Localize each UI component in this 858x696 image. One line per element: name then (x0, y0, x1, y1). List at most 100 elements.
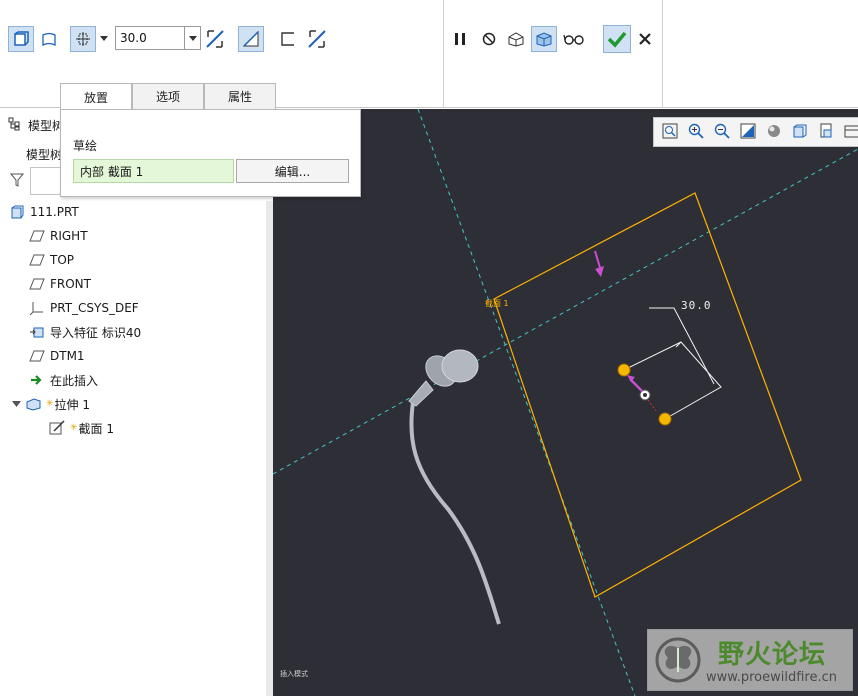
tab-properties[interactable]: 属性 (204, 83, 276, 109)
datum-plane-edge (273, 148, 858, 475)
tree-scrollbar[interactable] (266, 201, 273, 696)
flip-direction-icon (204, 28, 226, 50)
tree-item-label: FRONT (50, 277, 91, 291)
tree-item-label: PRT_CSYS_DEF (50, 301, 139, 315)
geometry-preview-button[interactable] (503, 26, 529, 52)
flip-direction-icon (306, 28, 328, 50)
model-tree-panel: 模型树 模型树 111.PRT RIGHT TOP FRONT PRT_CSYS… (0, 109, 273, 696)
tree-item-front[interactable]: FRONT (28, 273, 91, 295)
cancel-button[interactable] (632, 26, 658, 52)
tree-item-label: 在此插入 (50, 373, 99, 388)
dashboard-tabs: 放置 选项 属性 (60, 83, 276, 110)
import-feature-icon (28, 324, 46, 340)
thicken-sketch-button[interactable] (275, 26, 301, 52)
new-feature-marker-icon: ✳ (70, 423, 78, 433)
depth-option-dropdown[interactable] (96, 26, 112, 52)
chevron-down-icon (100, 36, 108, 42)
dashboard-toolbar: 放置 选项 属性 (0, 0, 858, 110)
thicken-icon (280, 31, 296, 47)
zoom-out-icon (714, 123, 730, 142)
surface-extrude-button[interactable] (36, 26, 62, 52)
remove-material-button[interactable] (238, 26, 264, 52)
tree-item-label: TOP (50, 253, 75, 267)
repaint-button[interactable] (738, 123, 757, 142)
ok-button[interactable] (603, 25, 631, 53)
depth-option-button[interactable] (70, 26, 96, 52)
verify-mode-button[interactable] (561, 26, 587, 52)
dimension-leader (649, 307, 715, 385)
verify-preview-button[interactable] (531, 26, 557, 52)
refit-icon (662, 123, 678, 142)
solid-extrude-button[interactable] (8, 26, 34, 52)
tree-item-dtm1[interactable]: DTM1 (28, 345, 85, 367)
sketch-collector[interactable]: 内部 截面 1 (73, 159, 234, 183)
no-preview-button[interactable] (476, 26, 502, 52)
zoom-out-button[interactable] (712, 123, 731, 142)
tree-item-extrude[interactable]: ✳ 拉伸 1 (12, 393, 90, 415)
tree-item-import-feature[interactable]: 导入特征 标识40 (28, 321, 141, 343)
tree-item-label: 拉伸 1 (54, 397, 90, 412)
datum-display-button[interactable] (842, 123, 858, 142)
wireframe-preview-icon (506, 31, 526, 47)
edit-sketch-button[interactable]: 编辑... (236, 159, 349, 183)
depth-value-input[interactable] (115, 26, 185, 50)
refit-button[interactable] (660, 123, 679, 142)
remove-material-icon (242, 30, 260, 48)
extrude-icon (24, 396, 42, 412)
datum-plane-edge (417, 109, 636, 696)
saved-orientation-button[interactable] (790, 123, 809, 142)
depth-handle-core (643, 393, 647, 397)
tab-options[interactable]: 选项 (132, 83, 204, 109)
part-icon (8, 204, 26, 220)
cable-shape (409, 401, 501, 625)
tree-item-insert-here[interactable]: 在此插入 (28, 369, 98, 391)
depth-arrow-tail (647, 399, 657, 412)
forum-watermark: 野火论坛 www.proewildfire.cn (647, 629, 853, 691)
zoom-in-button[interactable] (686, 123, 705, 142)
surface-icon (41, 31, 57, 47)
section-label: 截面 1 (485, 299, 509, 308)
datum-plane-icon (28, 228, 46, 244)
blind-depth-icon (75, 31, 91, 47)
expand-toggle-icon[interactable] (12, 400, 24, 408)
tree-item-label: DTM1 (50, 349, 85, 363)
earbud-stem (408, 380, 434, 407)
graphics-window[interactable]: 截面 1 30.0 插入模式 (273, 109, 858, 696)
tree-item-label: 111.PRT (30, 205, 79, 219)
view-manager-icon (818, 123, 834, 142)
chevron-down-icon (188, 31, 197, 45)
tree-item-right[interactable]: RIGHT (28, 225, 88, 247)
tree-item-section[interactable]: ✳ 截面 1 (48, 417, 114, 439)
flip-depth-direction-button[interactable] (202, 26, 228, 52)
depth-dimension-label[interactable]: 30.0 (681, 299, 712, 312)
shaded-sphere-icon (766, 123, 782, 142)
drag-handle (658, 412, 672, 426)
tab-placement[interactable]: 放置 (60, 83, 132, 110)
glasses-icon (563, 32, 585, 46)
flip-thicken-button[interactable] (304, 26, 330, 52)
display-style-button[interactable] (764, 123, 783, 142)
model-tree-icon (8, 117, 22, 134)
view-toolbar (653, 117, 858, 147)
close-icon (639, 33, 651, 45)
view-manager-button[interactable] (816, 123, 835, 142)
toolbar-separator (443, 0, 444, 108)
drag-handle (617, 363, 631, 377)
model-tree-title: 模型树 (28, 119, 65, 133)
tree-item-label: 截面 1 (78, 421, 114, 436)
saved-view-icon (792, 123, 808, 142)
new-feature-marker-icon: ✳ (46, 399, 54, 409)
filter-icon[interactable] (9, 173, 25, 190)
tree-item-part[interactable]: 111.PRT (8, 201, 79, 223)
tree-item-label: 导入特征 标识40 (50, 325, 142, 340)
repaint-icon (740, 123, 756, 142)
sketch-entity (623, 341, 722, 420)
tree-item-top[interactable]: TOP (28, 249, 74, 271)
sketch-section-label: 草绘 (73, 139, 98, 153)
depth-value-dropdown[interactable] (185, 26, 201, 50)
checkmark-icon (607, 30, 627, 48)
earbud-head (441, 349, 479, 383)
datum-display-icon (844, 123, 858, 142)
tree-item-csys[interactable]: PRT_CSYS_DEF (28, 297, 139, 319)
pause-button[interactable] (447, 26, 473, 52)
